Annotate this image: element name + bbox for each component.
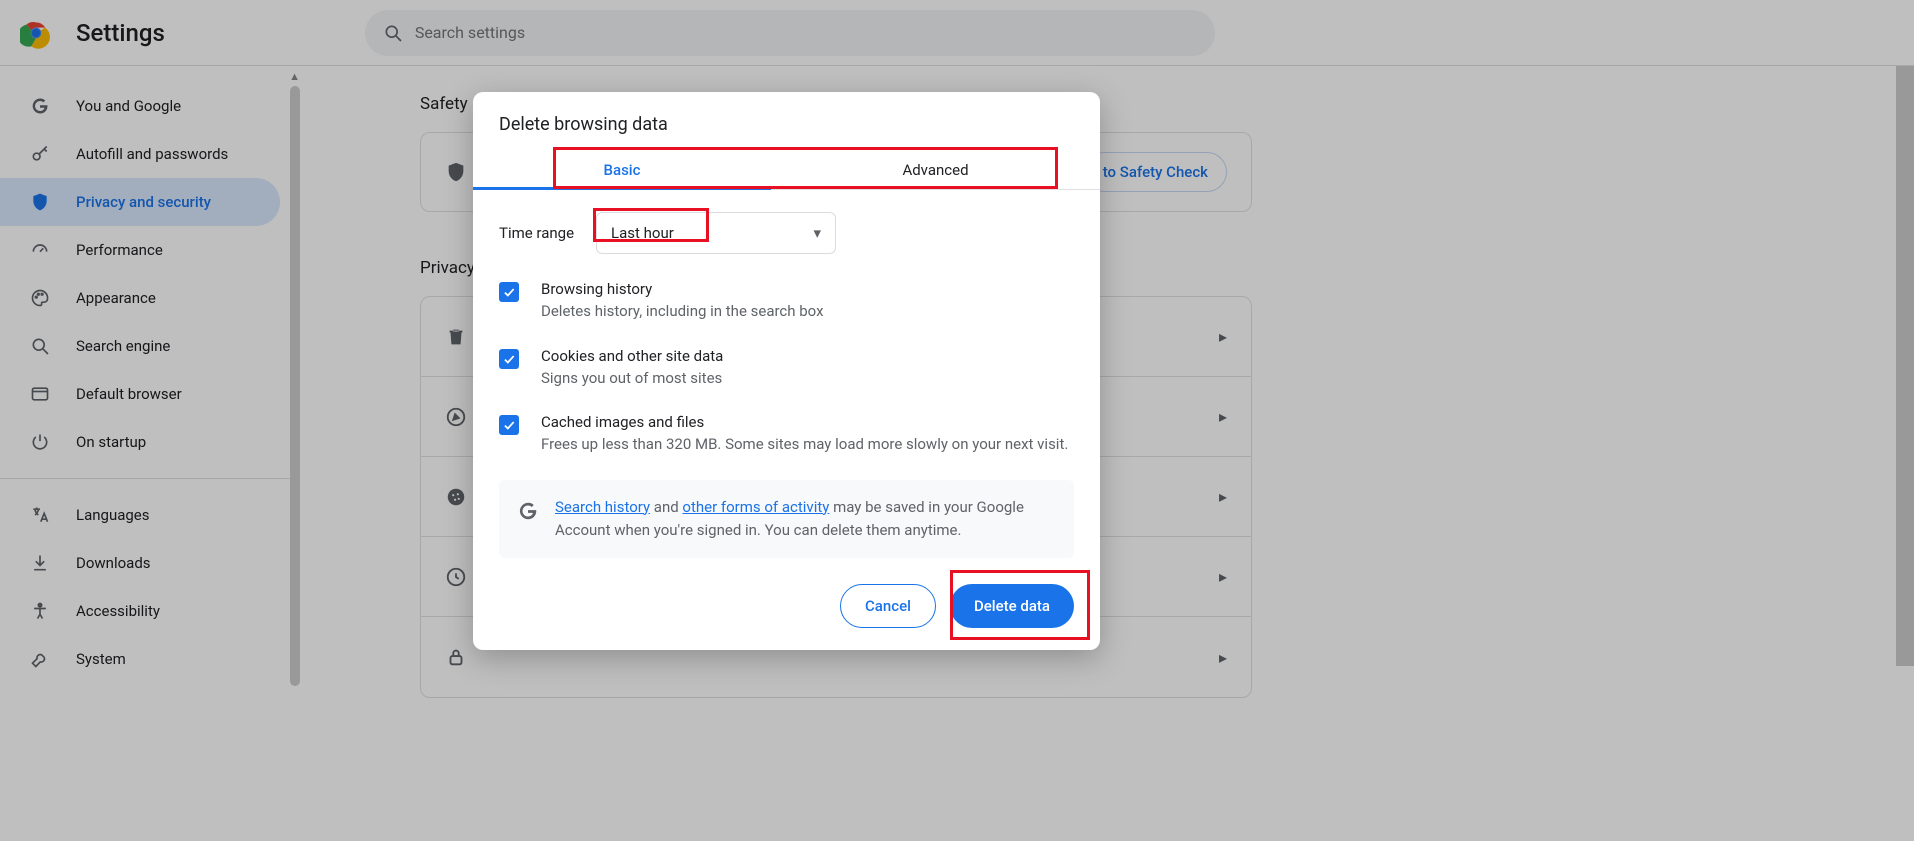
tab-basic[interactable]: Basic [473, 151, 771, 189]
option-title: Cached images and files [541, 413, 1068, 431]
tab-advanced[interactable]: Advanced [771, 151, 1100, 189]
dialog-tabs: Basic Advanced [473, 151, 1100, 190]
option-subtitle: Signs you out of most sites [541, 367, 723, 390]
other-activity-link[interactable]: other forms of activity [682, 498, 829, 516]
option-cache: Cached images and files Frees up less tha… [499, 413, 1074, 456]
option-subtitle: Deletes history, including in the search… [541, 300, 824, 323]
google-account-info: Search history and other forms of activi… [499, 480, 1074, 559]
option-browsing-history: Browsing history Deletes history, includi… [499, 280, 1074, 323]
time-range-row: Time range Last hour ▾ [499, 212, 1074, 254]
time-range-select[interactable]: Last hour ▾ [596, 212, 836, 254]
option-cookies: Cookies and other site data Signs you out… [499, 347, 1074, 390]
chevron-down-icon: ▾ [814, 224, 822, 242]
google-g-icon [517, 500, 539, 522]
dialog-actions: Cancel Delete data [473, 558, 1100, 628]
time-range-label: Time range [499, 224, 574, 242]
option-title: Cookies and other site data [541, 347, 723, 365]
dialog-title: Delete browsing data [473, 92, 1100, 151]
checkbox-cookies[interactable] [499, 349, 519, 369]
checkbox-browsing-history[interactable] [499, 282, 519, 302]
checkbox-cache[interactable] [499, 415, 519, 435]
time-range-value: Last hour [611, 224, 674, 242]
option-subtitle: Frees up less than 320 MB. Some sites ma… [541, 433, 1068, 456]
option-title: Browsing history [541, 280, 824, 298]
delete-data-button[interactable]: Delete data [950, 584, 1074, 628]
search-history-link[interactable]: Search history [555, 498, 650, 516]
cancel-button[interactable]: Cancel [840, 584, 936, 628]
delete-browsing-data-dialog: Delete browsing data Basic Advanced Time… [473, 92, 1100, 650]
